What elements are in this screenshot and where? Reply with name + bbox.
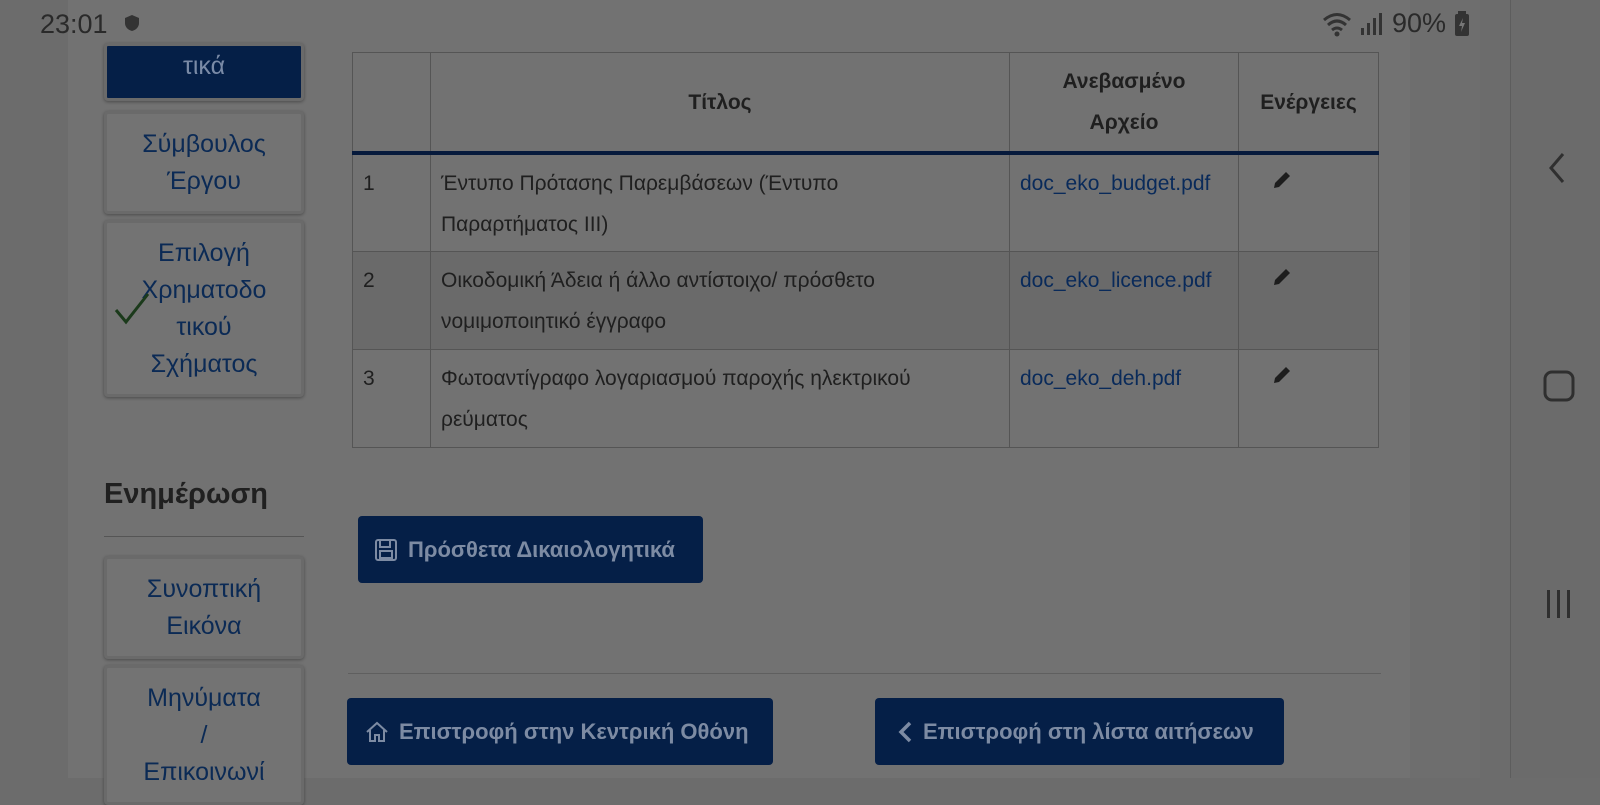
column-header-title: Τίτλος xyxy=(430,52,1010,154)
save-icon xyxy=(374,538,398,562)
table-row: 1 Έντυπο Πρότασης Παρεμβάσεων (Έντυπο Πα… xyxy=(352,152,1379,252)
checkmark-icon xyxy=(114,293,150,325)
row-number: 1 xyxy=(352,152,431,252)
return-home-button[interactable]: Επιστροφή στην Κεντρική Οθόνη xyxy=(347,698,773,765)
row-actions xyxy=(1238,152,1379,252)
file-link[interactable]: doc_eko_budget.pdf xyxy=(1020,172,1210,195)
extra-documents-label: Πρόσθετα Δικαιολογητικά xyxy=(408,536,675,562)
row-title-line2: νομιμοποιητικό έγγραφο xyxy=(441,309,667,333)
sidebar-item-label: τικά xyxy=(182,52,226,80)
row-number: 3 xyxy=(352,348,431,448)
sidebar-item-label: Σχήματος xyxy=(150,350,258,378)
column-header-number xyxy=(352,52,431,154)
row-title: Φωτοαντίγραφο λογαριασμού παροχής ηλεκτρ… xyxy=(430,348,1010,448)
pencil-icon[interactable] xyxy=(1271,364,1293,386)
status-bar: 23:01 90% xyxy=(0,0,1510,48)
system-nav-bar xyxy=(1510,0,1600,778)
row-title-line2: ρεύματος xyxy=(441,407,528,431)
sidebar-item-label: Εικόνα xyxy=(166,612,242,640)
battery-icon xyxy=(1455,10,1469,36)
pencil-icon[interactable] xyxy=(1271,169,1293,191)
row-file: doc_eko_deh.pdf xyxy=(1009,348,1239,448)
documents-table: Τίτλος Ανεβασμένο Αρχείο Ενέργειες 1 Έντ… xyxy=(352,52,1379,448)
sidebar-item-label: / xyxy=(200,721,208,749)
section-divider xyxy=(104,536,304,537)
table-row: 3 Φωτοαντίγραφο λογαριασμού παροχής ηλεκ… xyxy=(352,348,1379,448)
file-link[interactable]: doc_eko_licence.pdf xyxy=(1020,269,1211,292)
sidebar-item-summary[interactable]: Συνοπτική Εικόνα xyxy=(104,556,304,659)
back-nav-icon[interactable] xyxy=(1541,150,1577,186)
column-header-uploaded-file-line1: Ανεβασμένο xyxy=(1062,70,1186,93)
sidebar-item-label: Έργου xyxy=(167,167,241,195)
chevron-left-icon xyxy=(897,720,913,744)
row-title-line1: Οικοδομική Άδεια ή άλλο αντίστοιχο/ πρόσ… xyxy=(441,268,875,292)
row-actions xyxy=(1238,348,1379,448)
sidebar-item-label: Μηνύματα xyxy=(147,684,261,712)
row-title: Έντυπο Πρότασης Παρεμβάσεων (Έντυπο Παρα… xyxy=(430,152,1010,252)
shield-icon xyxy=(125,15,139,31)
home-nav-icon[interactable] xyxy=(1541,368,1577,404)
section-heading-updates: Ενημέρωση xyxy=(104,478,269,510)
column-header-actions: Ενέργειες xyxy=(1238,52,1379,154)
wifi-icon xyxy=(1322,12,1351,36)
recents-nav-icon[interactable] xyxy=(1541,586,1577,622)
right-margin xyxy=(1410,0,1480,778)
row-actions xyxy=(1238,250,1379,350)
divider xyxy=(348,673,1381,674)
return-to-list-button[interactable]: Επιστροφή στη λίστα αιτήσεων xyxy=(875,698,1284,765)
table-row: 2 Οικοδομική Άδεια ή άλλο αντίστοιχο/ πρ… xyxy=(352,250,1379,350)
row-title: Οικοδομική Άδεια ή άλλο αντίστοιχο/ πρόσ… xyxy=(430,250,1010,350)
battery-percent: 90% xyxy=(1391,8,1446,38)
row-title-line2: Παραρτήματος ΙΙΙ) xyxy=(441,213,609,236)
file-link[interactable]: doc_eko_deh.pdf xyxy=(1020,367,1181,390)
row-title-line1: Φωτοαντίγραφο λογαριασμού παροχής ηλεκτρ… xyxy=(441,366,911,390)
extra-documents-button[interactable]: Πρόσθετα Δικαιολογητικά xyxy=(358,516,703,583)
sidebar-item-messages[interactable]: Μηνύματα / Επικοινωνί xyxy=(104,665,304,805)
column-header-uploaded-file-line2: Αρχείο xyxy=(1089,111,1159,134)
sidebar-item-label: Επιλογή xyxy=(158,239,250,267)
return-to-list-label: Επιστροφή στη λίστα αιτήσεων xyxy=(923,718,1254,744)
sidebar-item-label: Σύμβουλος xyxy=(142,130,266,158)
row-file: doc_eko_budget.pdf xyxy=(1009,152,1239,252)
sidebar-item-documents[interactable]: τικά xyxy=(104,43,304,101)
sidebar-item-label: Συνοπτική xyxy=(146,575,262,603)
signal-icon xyxy=(1360,12,1382,35)
sidebar-item-label: Επικοινωνί xyxy=(143,758,265,786)
home-icon xyxy=(365,720,389,744)
row-file: doc_eko_licence.pdf xyxy=(1009,250,1239,350)
column-header-uploaded-file: Ανεβασμένο Αρχείο xyxy=(1009,52,1239,154)
row-number: 2 xyxy=(352,250,431,350)
return-home-label: Επιστροφή στην Κεντρική Οθόνη xyxy=(399,718,749,744)
pencil-icon[interactable] xyxy=(1271,266,1293,288)
status-time: 23:01 xyxy=(40,9,108,39)
table-header-row: Τίτλος Ανεβασμένο Αρχείο Ενέργειες xyxy=(352,52,1379,154)
row-title-line1: Έντυπο Πρότασης Παρεμβάσεων (Έντυπο xyxy=(441,172,839,195)
status-right: 90% xyxy=(1322,8,1470,39)
sidebar-item-project-advisor[interactable]: Σύμβουλος Έργου xyxy=(104,111,304,214)
